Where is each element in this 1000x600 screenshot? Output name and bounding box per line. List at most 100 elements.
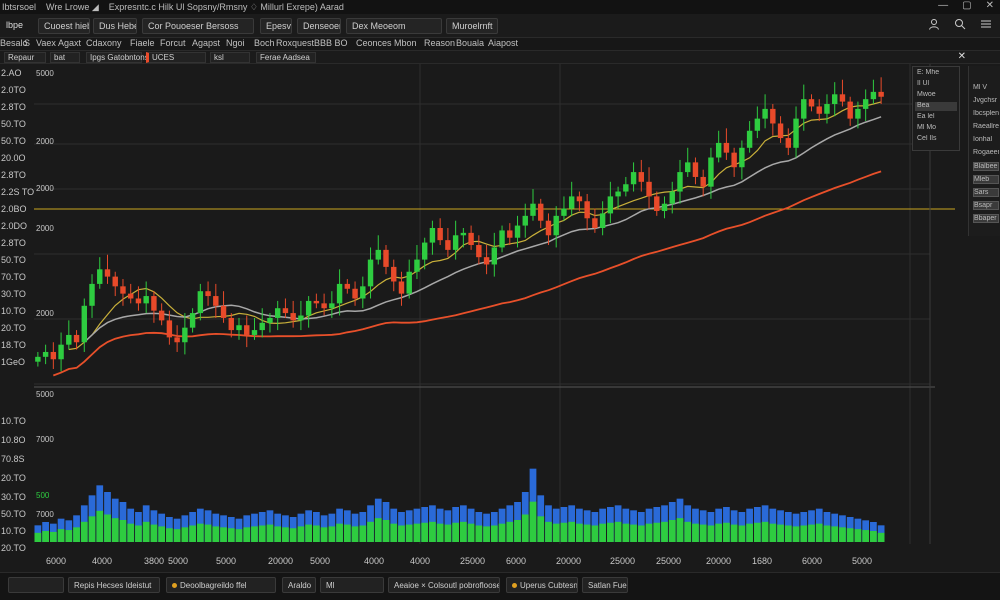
toolbar-item-3[interactable]: Epesv	[260, 18, 292, 34]
x-axis-tick-label: 3800	[144, 556, 164, 566]
menu-item[interactable]: Forcut	[160, 38, 186, 48]
volume-bar-secondary	[398, 525, 405, 542]
price-inner-label: 2000	[36, 309, 54, 318]
candle-body	[762, 108, 768, 119]
volume-bar-secondary	[282, 527, 289, 542]
close-button[interactable]: ✕	[986, 0, 994, 11]
candle-body	[251, 330, 258, 335]
watchlist-item[interactable]: Ibcsplen	[973, 110, 999, 119]
candle-body	[793, 118, 799, 148]
watchlist-item[interactable]: Ionhal	[973, 136, 999, 145]
menu-item[interactable]: BBB BO	[314, 38, 348, 48]
indicator-item-2[interactable]: Ipgs Gatobntons	[86, 52, 149, 63]
candle-body	[344, 283, 351, 289]
indicator-bar: Repaur bat Ipgs Gatobntons UCES ksl Fera…	[0, 50, 1000, 64]
volume-bar-secondary	[34, 532, 42, 542]
menu-item[interactable]: Fiaele	[130, 38, 155, 48]
volume-bar-secondary	[614, 521, 622, 542]
candle-body	[73, 334, 80, 343]
price-axis-label: 50.TO	[1, 136, 26, 146]
volume-bar-secondary	[80, 521, 88, 542]
volume-bar-secondary	[73, 527, 80, 542]
price-axis-label: 18.TO	[1, 340, 26, 350]
watchlist-item[interactable]: Sars	[973, 188, 999, 197]
status-item-2[interactable]: Deoolbagreildo ffel	[166, 577, 276, 593]
menu-item[interactable]: Ceonces	[356, 38, 392, 48]
menu-icon[interactable]	[980, 18, 992, 33]
volume-bar-secondary	[96, 510, 104, 542]
candle-body	[491, 247, 498, 265]
overlay-panel-item[interactable]: Mwoe	[915, 91, 957, 100]
minimize-button[interactable]: —	[938, 0, 948, 11]
price-axis-label: 2.8TO	[1, 170, 26, 180]
candle-body	[715, 142, 722, 158]
overlay-panel-item[interactable]: Bea	[915, 102, 957, 111]
price-chart[interactable]: 2.AO 2.0TO 2.8TO 50.TO 50.TO 20.0O 2.8TO 2.2S T…	[0, 64, 1000, 572]
watchlist-item[interactable]: Ml V	[973, 84, 999, 93]
status-item-5[interactable]: Aeaioe × Colsoutl pobrofloose	[388, 577, 500, 593]
menu-item[interactable]: Aiapost	[488, 38, 518, 48]
menu-item[interactable]: Ngoi	[226, 38, 245, 48]
x-axis-tick-label: 20000	[706, 556, 731, 566]
menu-item[interactable]: S	[24, 38, 30, 48]
watchlist-item[interactable]: Rogaeen	[973, 149, 999, 158]
watchlist-item[interactable]: Bsapr	[973, 201, 999, 210]
toolbar-item-1[interactable]: Dus Hebe	[93, 18, 137, 34]
status-dot-icon	[172, 583, 177, 588]
candle-body	[445, 240, 451, 250]
toolbar-item-2[interactable]: Cor Pouoeser Bersoss	[142, 18, 254, 34]
overlay-panel-item[interactable]: Ea lel	[915, 113, 957, 122]
volume-bar-secondary	[359, 525, 367, 542]
watchlist-item[interactable]: Mleb	[973, 175, 999, 184]
indicator-item-3[interactable]: UCES	[146, 52, 206, 63]
toolbar-item-4[interactable]: Denseoeri Edrs	[297, 18, 341, 34]
status-item-0[interactable]	[8, 577, 64, 593]
maximize-button[interactable]: ▢	[962, 0, 971, 11]
menu-item[interactable]: Cdaxony	[86, 38, 122, 48]
close-icon[interactable]: ✕	[958, 51, 966, 62]
toolbar-item-0[interactable]: Cuoest hiebs	[38, 18, 90, 34]
overlay-panel-item[interactable]: Il Ul	[915, 80, 957, 89]
candle-body	[360, 286, 366, 299]
symbol-dropdown[interactable]: Dex Meoeom	[346, 18, 442, 34]
status-item-3[interactable]: Araldo	[282, 577, 316, 593]
app-logo[interactable]: lbpe	[6, 20, 23, 30]
status-item-6[interactable]: Uperus Cubtesny	[506, 577, 578, 593]
overlay-panel-item[interactable]: E: Mhe	[915, 69, 957, 78]
candle-body	[352, 288, 358, 299]
status-item-7[interactable]: Satlan Fues	[582, 577, 628, 593]
watchlist-item[interactable]: Raeallrer	[973, 123, 999, 132]
status-item-4[interactable]: Ml	[320, 577, 384, 593]
overlay-panel-item[interactable]: Cel Ils	[915, 135, 957, 144]
overlay-panel-item[interactable]: Ml Mo	[915, 124, 957, 133]
menu-item[interactable]: Vaex	[36, 38, 56, 48]
watchlist-item[interactable]: Bbaper	[973, 214, 999, 223]
volume-bar-secondary	[150, 524, 158, 542]
toolbar-item-6[interactable]: Muroelrnft	[446, 18, 498, 34]
menu-item[interactable]: Reason	[424, 38, 455, 48]
x-axis-tick-label: 6000	[46, 556, 66, 566]
menu-item[interactable]: Roxquest	[276, 38, 314, 48]
menu-item[interactable]: Agaxt	[58, 38, 81, 48]
status-item-1[interactable]: Repis Hecses Ideistut	[68, 577, 160, 593]
indicator-item-1[interactable]: bat	[50, 52, 80, 63]
menu-item[interactable]: Boch	[254, 38, 275, 48]
watchlist-item[interactable]: Jvgchsr	[973, 97, 999, 106]
chart-area[interactable]: 2.AO 2.0TO 2.8TO 50.TO 50.TO 20.0O 2.8TO 2.2S T…	[0, 64, 1000, 572]
user-icon[interactable]	[928, 18, 940, 33]
menu-item[interactable]: Bouala	[456, 38, 484, 48]
indicator-item-0[interactable]: Repaur	[4, 52, 46, 63]
search-icon[interactable]	[954, 18, 966, 33]
indicator-item-4[interactable]: ksl	[210, 52, 250, 63]
indicator-item-5[interactable]: Ferae Aadsea	[256, 52, 316, 63]
x-axis-tick-label: 25000	[610, 556, 635, 566]
volume-bar-secondary	[576, 523, 583, 542]
volume-axis-label: 50.TO	[1, 509, 26, 519]
volume-bar-secondary	[715, 523, 723, 542]
menu-item[interactable]: Mbon	[394, 38, 417, 48]
menu-item[interactable]: Agapst	[192, 38, 220, 48]
candle-body	[855, 108, 861, 119]
volume-bar-secondary	[196, 523, 204, 542]
volume-bar-secondary	[111, 518, 119, 542]
watchlist-item[interactable]: Blalbee	[973, 162, 999, 171]
